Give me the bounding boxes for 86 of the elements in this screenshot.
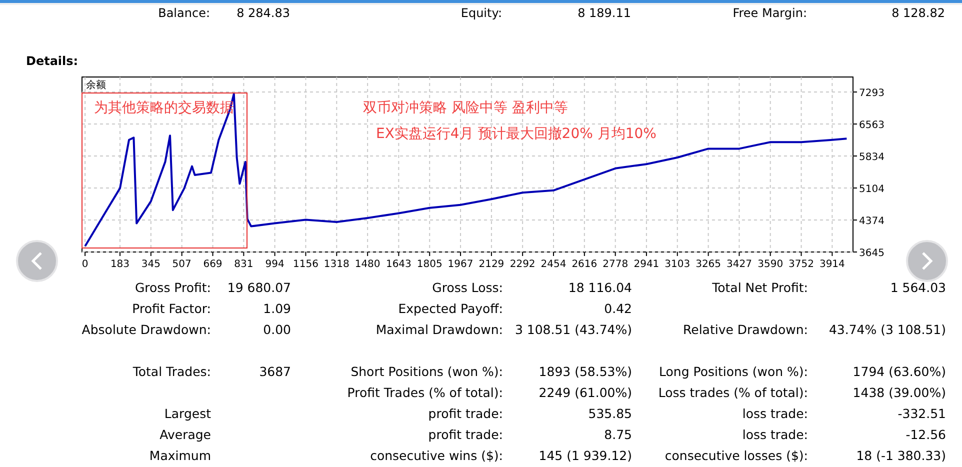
stat-label: Expected Payoff: bbox=[397, 300, 504, 318]
stat-label: Average bbox=[158, 426, 212, 444]
stat-label: Maximum bbox=[148, 447, 212, 465]
field-value: 8 128.82 bbox=[890, 5, 946, 21]
x-tick-label: 0 bbox=[82, 259, 88, 270]
field-value: 8 189.11 bbox=[576, 5, 632, 21]
stat-label: Total Net Profit: bbox=[711, 279, 809, 297]
legend-label: 余额 bbox=[86, 80, 106, 91]
stat-value: 1.09 bbox=[262, 300, 292, 318]
x-tick-label: 2941 bbox=[634, 259, 660, 270]
x-tick-label: 831 bbox=[234, 259, 254, 270]
x-tick-label: 507 bbox=[172, 259, 192, 270]
x-tick-label: 2616 bbox=[572, 259, 598, 270]
stat-label: Absolute Drawdown: bbox=[80, 321, 212, 339]
y-tick-label: 4374 bbox=[859, 216, 884, 228]
x-tick-label: 1156 bbox=[293, 259, 318, 270]
stat-value: 3 108.51 (43.74%) bbox=[514, 321, 633, 339]
x-tick-label: 2292 bbox=[510, 259, 536, 270]
stat-label: Short Positions (won %): bbox=[350, 363, 504, 381]
x-tick-label: 3914 bbox=[819, 259, 845, 270]
stat-label: Gross Loss: bbox=[431, 279, 504, 297]
stat-value: 0.00 bbox=[262, 321, 292, 339]
stat-label: Long Positions (won %): bbox=[658, 363, 809, 381]
x-tick-label: 2778 bbox=[602, 259, 628, 270]
x-tick-label: 1480 bbox=[354, 259, 380, 270]
x-tick-label: 3103 bbox=[664, 259, 690, 270]
stat-label: consecutive losses ($): bbox=[664, 447, 809, 465]
stat-value: 1438 (39.00%) bbox=[852, 384, 947, 402]
section-title: Details: bbox=[26, 53, 80, 69]
stat-label: Total Trades: bbox=[132, 363, 212, 381]
annotation-text: 双币对冲策略 风险中等 盈利中等 bbox=[363, 100, 568, 116]
stat-value: 1 564.03 bbox=[889, 279, 947, 297]
stat-value: 3687 bbox=[258, 363, 292, 381]
x-tick-label: 1967 bbox=[448, 259, 474, 270]
stat-label: Relative Drawdown: bbox=[682, 321, 809, 339]
stat-label: profit trade: bbox=[427, 426, 504, 444]
stat-value: 8.75 bbox=[603, 426, 633, 444]
x-tick-label: 345 bbox=[141, 259, 160, 270]
x-tick-label: 2454 bbox=[540, 259, 566, 270]
y-tick-label: 3645 bbox=[859, 248, 884, 259]
x-tick-label: 1643 bbox=[386, 259, 412, 270]
y-tick-label: 5104 bbox=[859, 184, 884, 195]
stat-value: 18 (-1 380.33) bbox=[855, 447, 947, 465]
stat-value: 43.74% (3 108.51) bbox=[828, 321, 947, 339]
field-label: Equity: bbox=[460, 5, 503, 21]
stat-label: Gross Profit: bbox=[134, 279, 212, 297]
y-tick-label: 7293 bbox=[859, 88, 884, 99]
next-button[interactable] bbox=[906, 240, 948, 282]
x-tick-label: 2129 bbox=[478, 259, 504, 270]
field-label: Free Margin: bbox=[732, 5, 808, 21]
x-tick-label: 3752 bbox=[788, 259, 814, 270]
stat-label: profit trade: bbox=[427, 405, 504, 423]
x-tick-label: 3590 bbox=[758, 259, 784, 270]
stat-value: 18 116.04 bbox=[567, 279, 633, 297]
x-tick-label: 669 bbox=[203, 259, 222, 270]
stat-value: 19 680.07 bbox=[226, 279, 292, 297]
chevron-right-icon bbox=[920, 251, 934, 271]
stat-label: Maximal Drawdown: bbox=[374, 321, 504, 339]
stat-value: -332.51 bbox=[896, 405, 947, 423]
stat-label: loss trade: bbox=[741, 405, 809, 423]
x-tick-label: 1318 bbox=[324, 259, 350, 270]
stat-label: Profit Factor: bbox=[131, 300, 212, 318]
x-tick-label: 994 bbox=[265, 259, 284, 270]
annotation-text: EX实盘运行4月 预计最大回撤20% 月均10% bbox=[376, 126, 656, 142]
stat-value: -12.56 bbox=[904, 426, 947, 444]
chevron-left-icon bbox=[30, 251, 44, 271]
field-label: Balance: bbox=[157, 5, 211, 21]
stat-value: 535.85 bbox=[587, 405, 633, 423]
stat-value: 145 (1 939.12) bbox=[538, 447, 633, 465]
x-tick-label: 183 bbox=[110, 259, 130, 270]
y-tick-label: 6563 bbox=[859, 120, 884, 132]
x-tick-label: 3265 bbox=[696, 259, 722, 270]
stat-label: Largest bbox=[163, 405, 212, 423]
stat-value: 1893 (58.53%) bbox=[538, 363, 633, 381]
stat-value: 0.42 bbox=[603, 300, 633, 318]
stat-value: 1794 (63.60%) bbox=[852, 363, 947, 381]
stat-label: Loss trades (% of total): bbox=[657, 384, 809, 402]
x-tick-label: 1805 bbox=[416, 259, 442, 270]
stat-label: Profit Trades (% of total): bbox=[346, 384, 504, 402]
stat-value: 2249 (61.00%) bbox=[538, 384, 633, 402]
field-value: 8 284.83 bbox=[236, 5, 291, 21]
previous-button[interactable] bbox=[16, 240, 58, 282]
y-tick-label: 5834 bbox=[859, 152, 884, 163]
stat-label: consecutive wins ($): bbox=[369, 447, 504, 465]
x-tick-label: 3427 bbox=[726, 259, 752, 270]
stat-label: loss trade: bbox=[741, 426, 809, 444]
